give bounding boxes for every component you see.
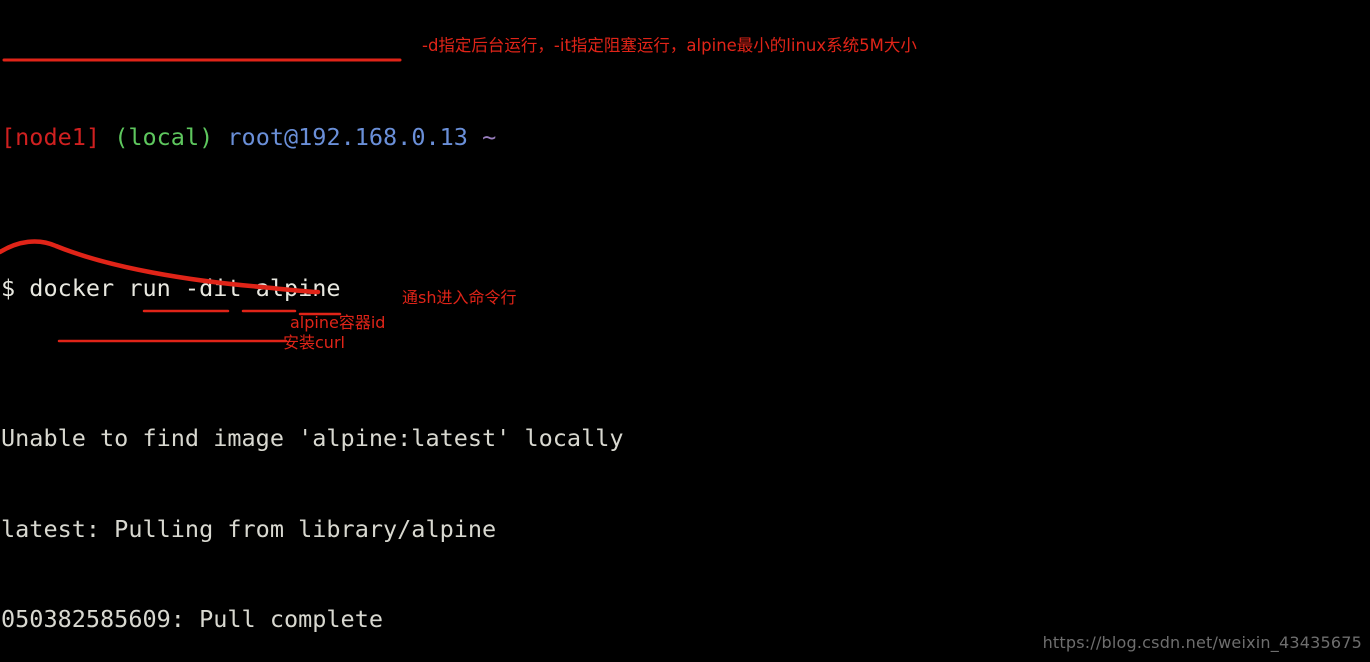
prompt-user-host: root@192.168.0.13 [227, 123, 468, 152]
prompt-space-3 [468, 123, 482, 151]
watermark-url: https://blog.csdn.net/weixin_43435675 [1042, 633, 1362, 652]
shell-sigil: $ [1, 273, 16, 302]
prompt-line-1: [node1] (local) root@192.168.0.13 ~ [1, 122, 1370, 152]
command-line-docker-run: $ docker run -dit alpine [1, 273, 1370, 303]
prompt-space-1 [100, 123, 114, 151]
prompt-path: ~ [482, 123, 497, 152]
terminal-screen[interactable]: [node1] (local) root@192.168.0.13 ~ $ do… [0, 0, 1370, 662]
prompt-node: [node1] [1, 123, 101, 152]
output-pulling-from-library: latest: Pulling from library/alpine [1, 514, 497, 543]
output-pull-complete: 050382585609: Pull complete [1, 604, 384, 633]
prompt-space-2 [213, 123, 227, 151]
terminal-window[interactable]: [node1] (local) root@192.168.0.13 ~ $ do… [0, 0, 1370, 662]
output-unable-to-find: Unable to find image 'alpine:latest' loc… [1, 424, 624, 453]
command-text-docker-run: docker run -dit alpine [15, 273, 341, 302]
prompt-scope: (local) [114, 123, 214, 152]
